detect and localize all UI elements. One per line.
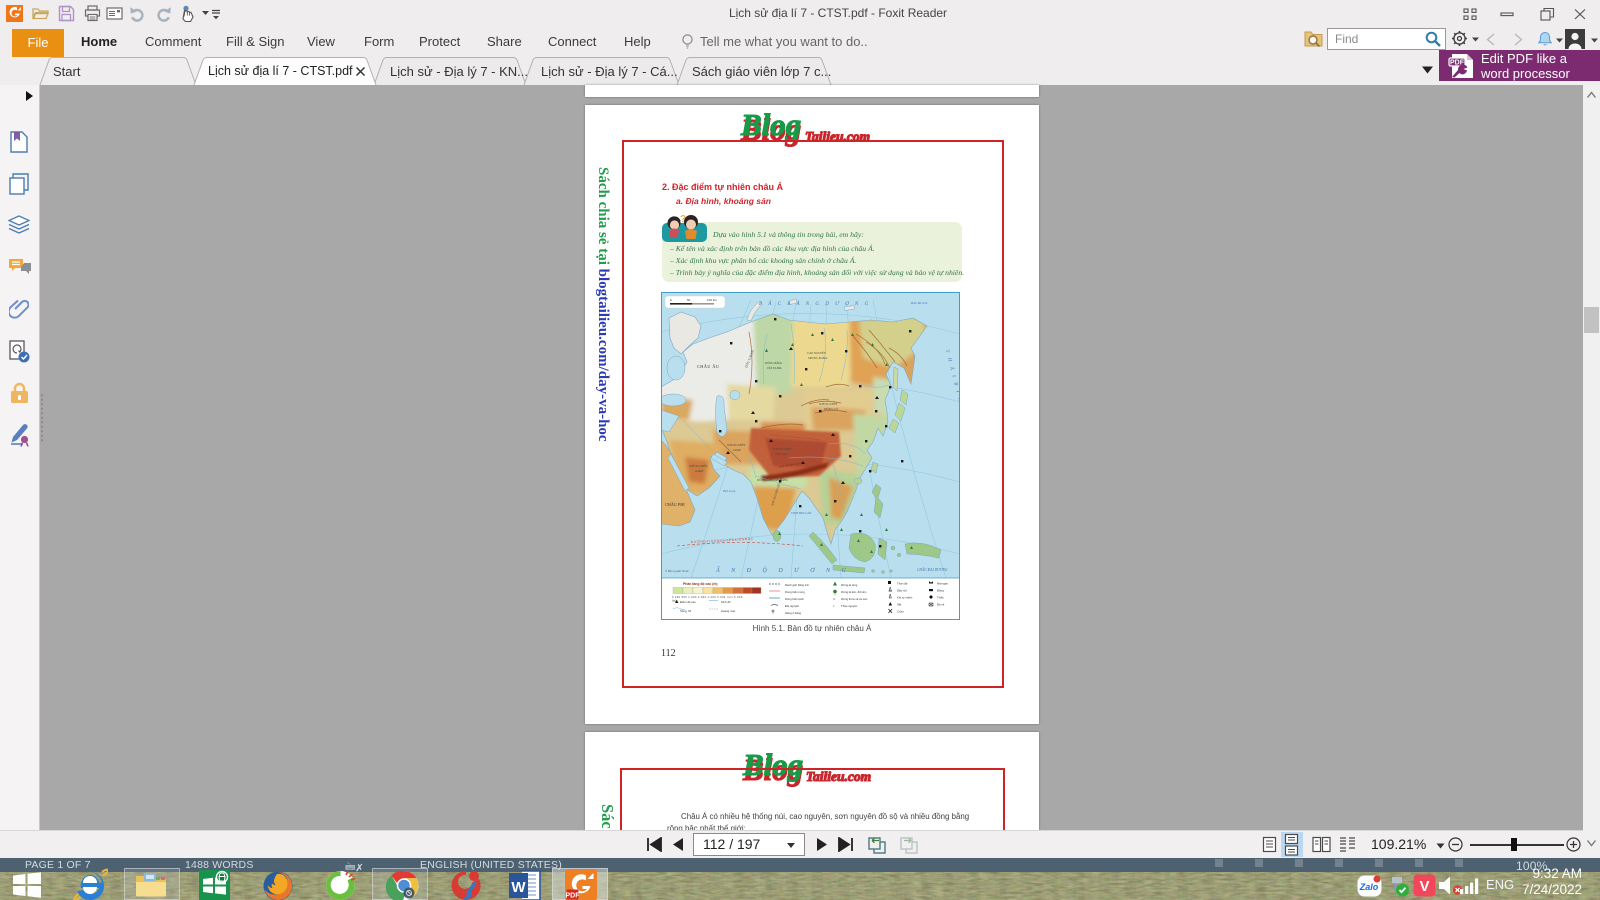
- svg-text:Khí tự nhiên: Khí tự nhiên: [897, 596, 913, 600]
- svg-text:CHÂU ĐẠI DƯƠNG: CHÂU ĐẠI DƯƠNG: [917, 567, 948, 572]
- svg-text:MÔNG CỔ: MÔNG CỔ: [823, 406, 839, 411]
- svg-text:0 200 500 1.000 2.000: 0 200 500 1.000 2.000 3.000 5.000 trên 5…: [672, 596, 743, 599]
- svg-text:Biển Bê-rinh: Biển Bê-rinh: [911, 300, 928, 305]
- svg-text:Zalo: Zalo: [1359, 882, 1379, 892]
- svg-text:Sông, hồ: Sông, hồ: [680, 609, 692, 613]
- svg-text:W: W: [511, 879, 526, 896]
- svg-text:Thiếc: Thiếc: [937, 596, 944, 600]
- svg-text:A-RAP: A-RAP: [694, 469, 703, 473]
- svg-text:50: 50: [687, 298, 691, 302]
- svg-text:SƠN NGUYÊN: SƠN NGUYÊN: [689, 463, 708, 468]
- svg-text:Đồng: Đồng: [937, 589, 944, 593]
- svg-text:Ranh giới băng trôi: Ranh giới băng trôi: [785, 583, 809, 587]
- svg-text:Hoang mạc: Hoang mạc: [721, 609, 736, 613]
- svg-text:© Bản quyền thuộc: © Bản quyền thuộc: [665, 569, 689, 573]
- svg-text:TÂY XI-BIA: TÂY XI-BIA: [767, 365, 782, 370]
- svg-text:PDF: PDF: [566, 893, 581, 900]
- svg-text:Rừng lá rộng: Rừng lá rộng: [841, 583, 858, 587]
- svg-text:100 km: 100 km: [707, 298, 717, 302]
- svg-text:Crôm: Crôm: [897, 610, 905, 614]
- svg-text:CHÂU PHI: CHÂU PHI: [665, 502, 685, 507]
- svg-text:Man-gan: Man-gan: [937, 582, 948, 586]
- svg-text:Rừng thưa và xa van: Rừng thưa và xa van: [841, 597, 868, 601]
- svg-text:SƠN NGUYÊN: SƠN NGUYÊN: [819, 401, 838, 406]
- svg-text:Dầu mỏ: Dầu mỏ: [897, 589, 907, 593]
- svg-text:VỊNH BEN-GAN: VỊNH BEN-GAN: [791, 511, 812, 515]
- svg-text:CHÂU ÂU: CHÂU ÂU: [697, 364, 719, 369]
- svg-text:TÂY TẠNG: TÂY TẠNG: [775, 451, 789, 456]
- svg-text:Bô-xít: Bô-xít: [937, 603, 945, 607]
- svg-text:Thảo nguyên: Thảo nguyên: [841, 604, 858, 608]
- svg-text:Đài nguyên: Đài nguyên: [785, 604, 800, 608]
- svg-text:Hàng ổ băng: Hàng ổ băng: [785, 611, 801, 615]
- svg-text:SƠN NGUYÊN: SƠN NGUYÊN: [727, 442, 746, 447]
- svg-text:I-RAN: I-RAN: [732, 448, 742, 452]
- svg-text:Dòng biển lạnh: Dòng biển lạnh: [785, 597, 804, 601]
- svg-text:Kinh đô: Kinh đô: [721, 600, 731, 604]
- svg-text:V: V: [1419, 878, 1429, 895]
- svg-text:Rừng lá kim, đới ẩm: Rừng lá kim, đới ẩm: [841, 590, 867, 594]
- svg-text:Điểm độ cao: Điểm độ cao: [680, 600, 696, 604]
- svg-text:Sắt: Sắt: [897, 602, 901, 607]
- svg-text:Than đá: Than đá: [897, 582, 908, 586]
- svg-text:Phân tầng độ cao (m): Phân tầng độ cao (m): [683, 582, 717, 586]
- svg-text:TRUNG XI-BIA: TRUNG XI-BIA: [808, 356, 827, 360]
- svg-text:Dòng biển nóng: Dòng biển nóng: [785, 590, 805, 594]
- svg-text:SƠN NGUYÊN: SƠN NGUYÊN: [773, 446, 792, 451]
- svg-text:(m): (m): [672, 599, 676, 603]
- svg-text:Biển A-rap: Biển A-rap: [723, 490, 736, 493]
- svg-text:CAO NGUYÊN: CAO NGUYÊN: [807, 350, 827, 355]
- svg-text:B Ắ C B Ă N G D Ư Ơ N G: B Ắ C B Ă N G D Ư Ơ N G: [759, 300, 871, 307]
- svg-text:Ấ N Đ Ộ D Ư Ơ N G: Ấ N Đ Ộ D Ư Ơ N G: [715, 566, 851, 574]
